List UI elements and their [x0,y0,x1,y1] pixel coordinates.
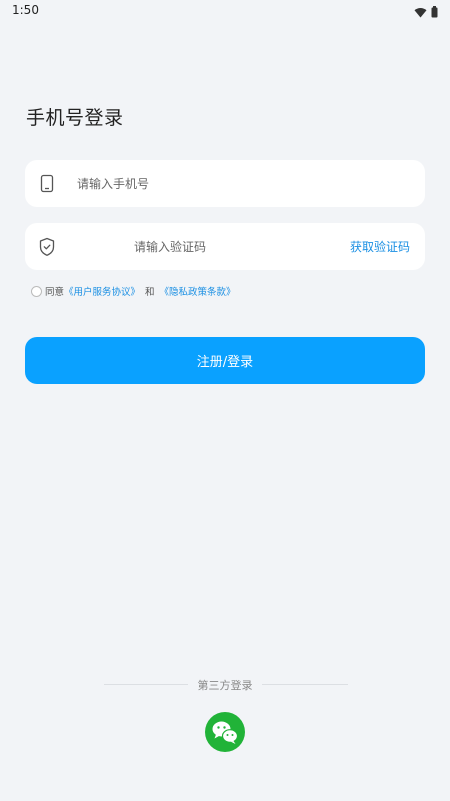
divider-line-right [262,684,348,685]
shield-icon [38,237,56,257]
third-party-divider: 第三方登录 [0,676,450,694]
status-icons [414,3,438,22]
code-input[interactable] [85,223,255,270]
status-bar: 1:50 [0,0,450,22]
phone-field[interactable] [25,160,425,207]
privacy-link[interactable]: 《隐私政策条款》 [160,284,236,298]
register-login-button[interactable]: 注册/登录 [25,337,425,384]
agreement-checkbox[interactable] [31,285,42,297]
agreement-prefix: 同意 [45,287,65,298]
agreement-row: 同意 《用户服务协议》 和 《隐私政策条款》 [31,284,236,298]
page-title: 手机号登录 [26,107,124,129]
agreement-joiner: 和 [145,287,155,298]
get-code-button[interactable]: 获取验证码 [350,238,410,255]
third-party-label: 第三方登录 [197,679,253,692]
phone-input[interactable] [77,160,407,207]
wechat-login-button[interactable] [205,712,245,752]
terms-link[interactable]: 《用户服务协议》 [64,284,140,298]
status-time: 1:50 [12,3,39,17]
wifi-icon [414,3,427,22]
battery-icon [431,3,438,22]
code-field[interactable]: 获取验证码 [25,223,425,270]
phone-icon [38,174,56,194]
